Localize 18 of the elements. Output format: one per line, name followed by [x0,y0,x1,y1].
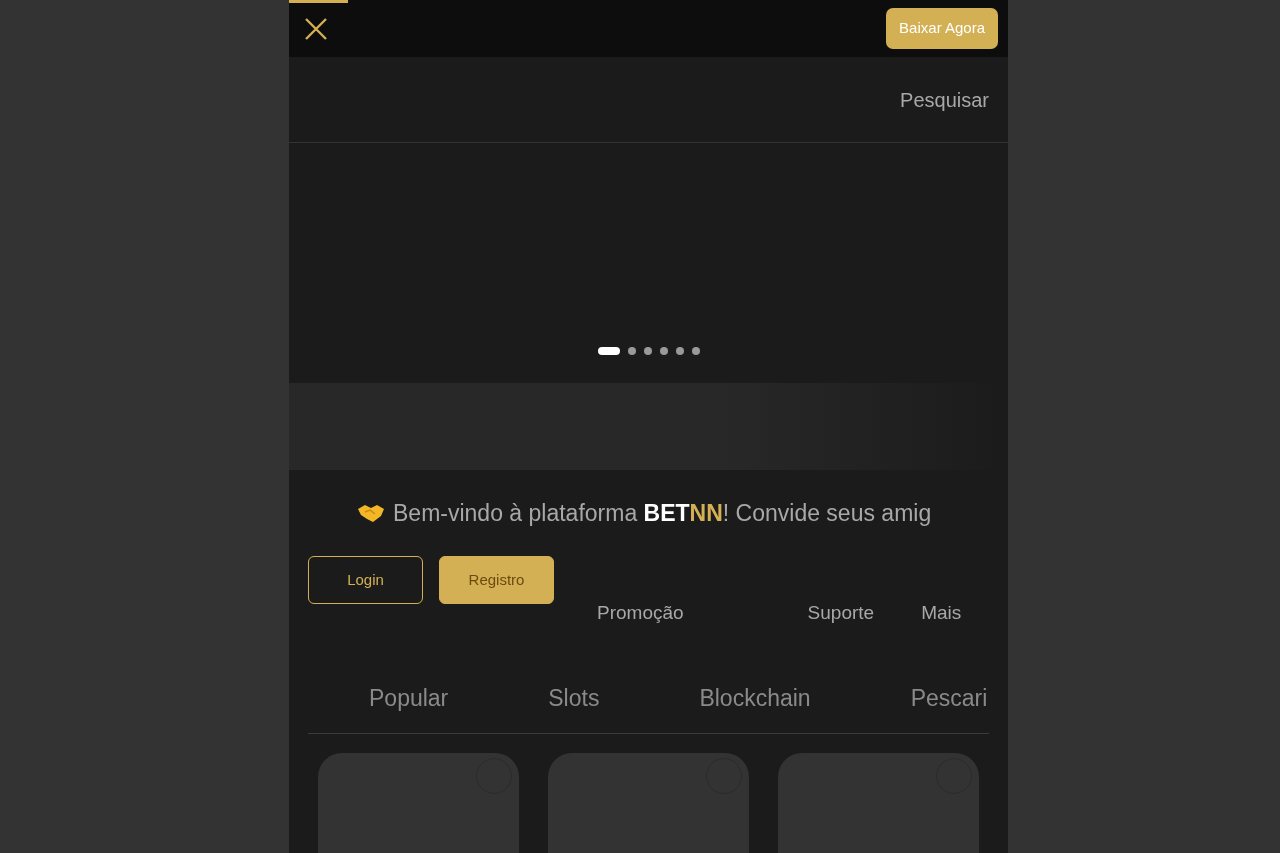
nav-link[interactable]: Mais [921,599,962,628]
category-tab[interactable]: Pescari [910,681,988,716]
nav-link[interactable]: Promoção [597,599,684,628]
carousel-dot[interactable] [627,347,636,355]
category-tab[interactable]: Blockchain [699,681,811,716]
nav-link[interactable]: Suporte [807,599,875,628]
carousel-dot[interactable] [691,347,700,355]
carousel-dot[interactable] [675,347,684,355]
handshake-icon [357,503,385,523]
category-tab[interactable]: Slots [548,681,600,716]
category-tab[interactable]: Popular [369,681,449,716]
login-button[interactable]: Login [308,556,423,604]
carousel-dot[interactable] [659,347,668,355]
register-button[interactable]: Registro [439,556,554,604]
search-link[interactable]: Pesquisar [900,84,989,115]
close-icon[interactable] [305,17,327,40]
carousel-dot[interactable] [643,347,652,355]
welcome-text: Bem-vindo à plataforma BETNN! Convide seus amig [393,498,932,528]
